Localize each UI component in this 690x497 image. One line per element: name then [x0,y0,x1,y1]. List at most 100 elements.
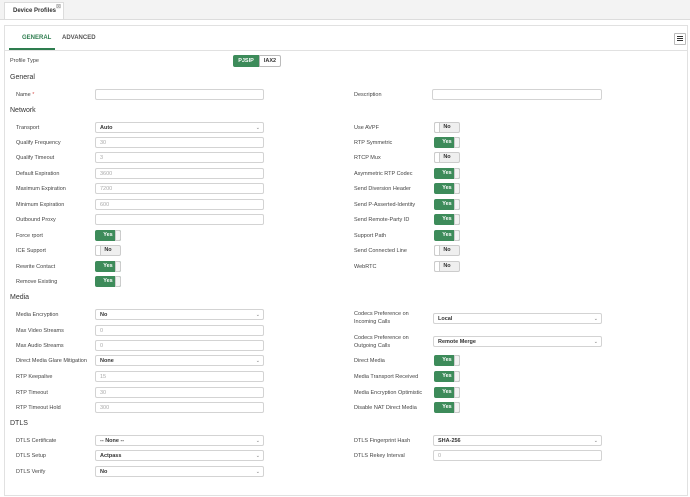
rtp-symmetric-toggle[interactable]: Yes [434,137,460,148]
webrtc-toggle[interactable]: No [434,261,460,272]
disable-nat-direct-media-label: Disable NAT Direct Media [354,405,417,411]
description-input[interactable] [432,89,602,100]
send-diversion-header-label: Send Diversion Header [354,186,411,192]
remove-existing-label: Remove Existing [16,279,58,285]
direct-media-label: Direct Media [354,358,385,364]
send-diversion-header-toggle[interactable]: Yes [434,183,460,194]
transport-select[interactable]: Auto ⌄ [95,122,264,133]
media-encryption-optimistic-toggle[interactable]: Yes [434,387,460,398]
media-encryption-optimistic-label: Media Encryption Optimistic [354,390,423,396]
send-p-asserted-identity-label: Send P-Asserted-Identity [354,202,416,208]
send-p-asserted-identity-toggle[interactable]: Yes [434,199,460,210]
media-encryption-select[interactable]: No ⌄ [95,309,264,320]
support-path-label: Support Path [354,233,387,239]
media-transport-received-label: Media Transport Received [354,374,419,380]
qualify-frequency-input[interactable]: 30 [95,137,264,148]
media-encryption-label: Media Encryption [16,312,59,318]
tab-advanced[interactable]: ADVANCED [62,35,96,41]
use-avpf-label: Use AVPF [354,125,379,131]
codecs-incoming-select[interactable]: Local ⌄ [433,313,602,324]
tab-general[interactable]: GENERAL [22,35,51,41]
force-rport-label: Force rport [16,233,43,239]
outbound-proxy-label: Outbound Proxy [16,217,56,223]
codecs-outgoing-label: Codecs Preference on Outgoing Calls [354,335,409,349]
rtp-timeout-label: RTP Timeout [16,390,48,396]
rtp-timeout-hold-input[interactable]: 300 [95,402,264,413]
direct-media-glare-select[interactable]: None ⌄ [95,355,264,366]
send-connected-line-label: Send Connected Line [354,248,407,254]
max-audio-streams-input[interactable]: 0 [95,340,264,351]
subtabs-bar: GENERAL ADVANCED [5,26,687,51]
asymmetric-rtp-codec-toggle[interactable]: Yes [434,168,460,179]
remove-existing-toggle[interactable]: Yes [95,276,121,287]
asymmetric-rtp-codec-label: Asymmetric RTP Codec [354,171,413,177]
section-dtls-heading: DTLS [10,420,28,427]
rtp-symmetric-label: RTP Symmetric [354,140,393,146]
chevron-down-icon: ⌄ [593,438,598,444]
rtcp-mux-label: RTCP Mux [354,155,381,161]
device-profiles-tab-label: Device Profiles [13,8,57,14]
chevron-down-icon: ⌄ [255,358,260,364]
send-connected-line-toggle[interactable]: No [434,245,460,256]
description-label: Description [354,92,382,98]
dtls-certificate-label: DTLS Certificate [16,438,57,444]
rtp-keepalive-input[interactable]: 15 [95,371,264,382]
profile-type-label: Profile Type [10,58,39,64]
qualify-frequency-label: Qualify Frequency [16,140,61,146]
profile-type-iax2-button[interactable]: IAX2 [259,55,281,67]
dtls-certificate-select[interactable]: -- None -- ⌄ [95,435,264,446]
name-label: Name * [16,92,35,98]
maximum-expiration-input[interactable]: 7200 [95,183,264,194]
dtls-rekey-interval-label: DTLS Rekey Interval [354,453,405,459]
rtp-timeout-input[interactable]: 30 [95,387,264,398]
chevron-down-icon: ⌄ [255,125,260,131]
media-transport-received-toggle[interactable]: Yes [434,371,460,382]
device-profiles-tab[interactable]: Device Profiles ⊠ [4,2,64,19]
window-tab-bar: Device Profiles ⊠ [0,0,690,20]
maximum-expiration-label: Maximum Expiration [16,186,66,192]
active-tab-indicator [9,48,55,50]
max-video-streams-input[interactable]: 0 [95,325,264,336]
disable-nat-direct-media-toggle[interactable]: Yes [434,402,460,413]
rtp-timeout-hold-label: RTP Timeout Hold [16,405,61,411]
outbound-proxy-input[interactable] [95,214,264,225]
chevron-down-icon: ⌄ [255,469,260,475]
ice-support-label: ICE Support [16,248,46,254]
codecs-outgoing-select[interactable]: Remote Merge ⌄ [433,336,602,347]
qualify-timeout-label: Qualify Timeout [16,155,55,161]
default-expiration-input[interactable]: 3600 [95,168,264,179]
chevron-down-icon: ⌄ [593,316,598,322]
dtls-verify-select[interactable]: No ⌄ [95,466,264,477]
max-audio-streams-label: Max Audio Streams [16,343,64,349]
qualify-timeout-input[interactable]: 3 [95,152,264,163]
max-video-streams-label: Max Video Streams [16,328,64,334]
profile-type-pjsip-button[interactable]: PJSIP [233,55,259,67]
hamburger-menu-icon[interactable] [674,33,686,45]
support-path-toggle[interactable]: Yes [434,230,460,241]
chevron-down-icon: ⌄ [255,453,260,459]
chevron-down-icon: ⌄ [255,438,260,444]
section-general-heading: General [10,74,35,81]
dtls-rekey-interval-input[interactable]: 0 [433,450,602,461]
send-remote-party-id-toggle[interactable]: Yes [434,214,460,225]
rtcp-mux-toggle[interactable]: No [434,152,460,163]
direct-media-glare-label: Direct Media Glare Mitigation [16,358,87,364]
use-avpf-toggle[interactable]: No [434,122,460,133]
name-input[interactable] [95,89,264,100]
direct-media-toggle[interactable]: Yes [434,355,460,366]
rtp-keepalive-label: RTP Keepalive [16,374,53,380]
dtls-setup-select[interactable]: Actpass ⌄ [95,450,264,461]
send-remote-party-id-label: Send Remote-Party ID [354,217,410,223]
close-tab-icon[interactable]: ⊠ [56,3,61,10]
minimum-expiration-label: Minimum Expiration [16,202,65,208]
rewrite-contact-toggle[interactable]: Yes [95,261,121,272]
ice-support-toggle[interactable]: No [95,245,121,256]
dtls-setup-label: DTLS Setup [16,453,46,459]
chevron-down-icon: ⌄ [255,312,260,318]
force-rport-toggle[interactable]: Yes [95,230,121,241]
minimum-expiration-input[interactable]: 600 [95,199,264,210]
codecs-incoming-label: Codecs Preference on Incoming Calls [354,311,409,325]
dtls-fingerprint-hash-select[interactable]: SHA-256 ⌄ [433,435,602,446]
dtls-fingerprint-hash-label: DTLS Fingerprint Hash [354,438,411,444]
section-network-heading: Network [10,107,36,114]
